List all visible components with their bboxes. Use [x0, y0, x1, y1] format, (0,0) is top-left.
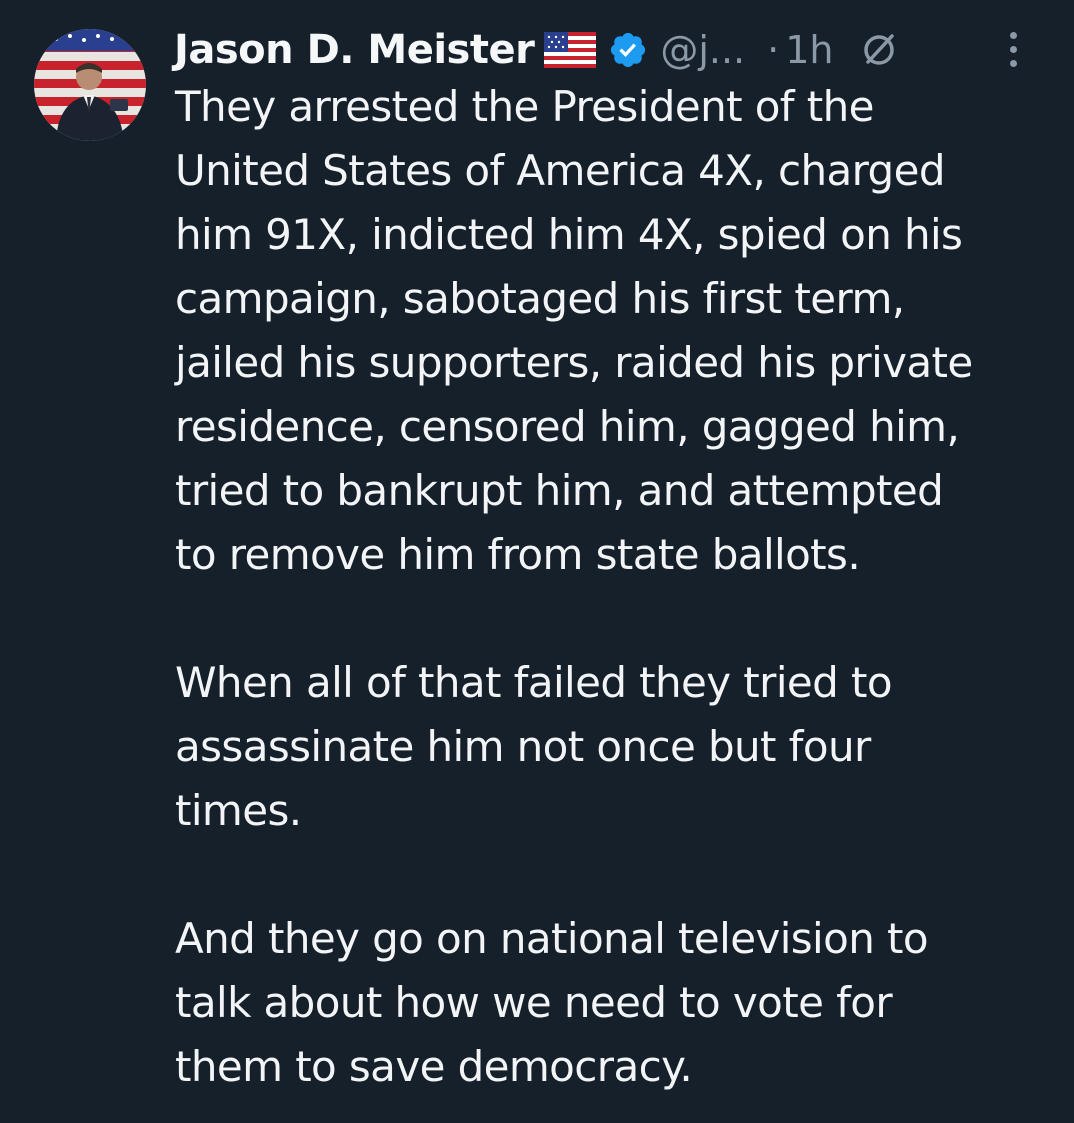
tweet-line: When all of that failed they tried to — [175, 658, 893, 707]
verified-badge-icon[interactable] — [608, 30, 648, 70]
avatar-image — [34, 29, 146, 141]
more-options-icon[interactable] — [1010, 32, 1017, 67]
author-name[interactable]: Jason D. Meister — [174, 27, 535, 73]
more-dot — [1010, 46, 1017, 53]
tweet-line: times. — [175, 786, 302, 835]
author-handle[interactable]: @j... — [660, 28, 745, 72]
tweet-line: talk about how we need to vote for — [175, 978, 893, 1027]
tweet-paragraph: And they go on national television to ta… — [175, 907, 1065, 1099]
tweet-line: jailed his supporters, raided his privat… — [175, 338, 973, 387]
tweet-line: him 91X, indicted him 4X, spied on his — [175, 210, 963, 259]
tweet-line: assassinate him not once but four — [175, 722, 871, 771]
grok-icon[interactable] — [859, 30, 899, 70]
tweet-paragraph: When all of that failed they tried to as… — [175, 651, 1065, 843]
tweet-line: United States of America 4X, charged — [175, 146, 946, 195]
tweet-line: tried to bankrupt him, and attempted — [175, 466, 944, 515]
timestamp[interactable]: 1h — [785, 28, 833, 72]
tweet-paragraph: They arrested the President of the Unite… — [175, 75, 1065, 587]
tweet-line: residence, censored him, gagged him, — [175, 402, 960, 451]
more-dot — [1010, 32, 1017, 39]
tweet-line: them to save democracy. — [175, 1042, 693, 1091]
tweet-line: And they go on national television to — [175, 914, 929, 963]
action-bar-edge — [0, 1112, 1074, 1123]
tweet-text: They arrested the President of the Unite… — [175, 75, 1065, 1099]
tweet-header: Jason D. Meister @j... · 1h — [174, 22, 899, 78]
avatar[interactable] — [34, 29, 146, 141]
separator-dot: · — [767, 28, 780, 72]
tweet-line: to remove him from state ballots. — [175, 530, 861, 579]
us-flag-icon — [544, 32, 597, 68]
more-dot — [1010, 60, 1017, 67]
tweet-line: They arrested the President of the — [175, 82, 874, 131]
tweet-line: campaign, sabotaged his first term, — [175, 274, 905, 323]
